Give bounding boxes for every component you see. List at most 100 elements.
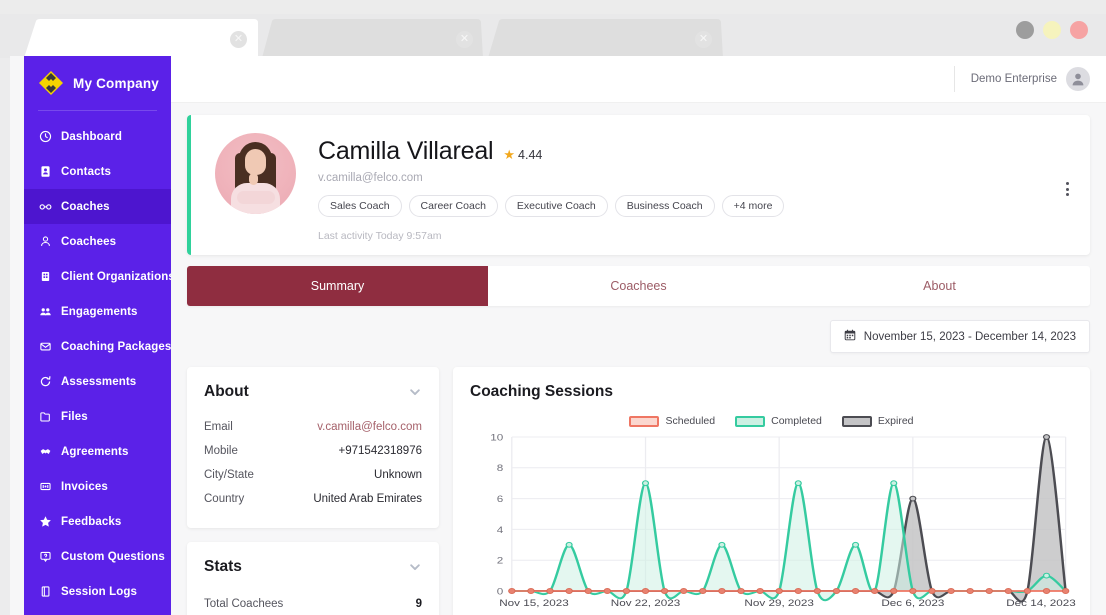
coach-tag[interactable]: Career Coach: [409, 195, 498, 217]
sidebar-item-feedbacks[interactable]: Feedbacks: [24, 504, 171, 539]
stats-card-header: Stats: [187, 542, 439, 582]
legend-item-expired[interactable]: Expired: [842, 415, 914, 427]
chevron-down-icon[interactable]: [408, 385, 422, 399]
svg-text:Nov 29, 2023: Nov 29, 2023: [744, 598, 814, 609]
svg-text:Dec 14, 2023: Dec 14, 2023: [1006, 598, 1076, 609]
sidebar-item-label: Coachees: [61, 236, 116, 248]
tab-close-button-2[interactable]: ✕: [456, 31, 473, 48]
tab-close-button-3[interactable]: ✕: [695, 31, 712, 48]
browser-tab-2[interactable]: ✕: [258, 19, 483, 58]
browser-tab-1[interactable]: ✕: [18, 19, 258, 58]
coach-tag[interactable]: Sales Coach: [318, 195, 402, 217]
tab-about[interactable]: About: [789, 266, 1090, 306]
sidebar-item-coaching-packages[interactable]: Coaching Packages: [24, 329, 171, 364]
photo-arm: [237, 191, 275, 204]
svg-text:10: 10: [490, 432, 503, 443]
about-row-value[interactable]: v.camilla@felco.com: [317, 421, 422, 433]
about-card-title: About: [204, 383, 249, 401]
chrome-top-strip: [0, 0, 1106, 14]
account-name: Demo Enterprise: [971, 73, 1057, 85]
calendar-glyph-icon: [844, 329, 856, 341]
stats-row: Total Coachees 9: [204, 592, 422, 615]
tab-coachees[interactable]: Coachees: [488, 266, 789, 306]
legend-swatch: [842, 416, 872, 427]
coach-profile-card: Camilla Villareal ★ 4.44 v.camilla@felco…: [187, 115, 1090, 255]
handshake-icon: [38, 445, 52, 459]
about-row-key: Country: [204, 493, 244, 505]
contact-card-icon: [38, 165, 52, 179]
sidebar-item-label: Engagements: [61, 306, 138, 318]
window-close-button[interactable]: [1070, 21, 1088, 39]
stats-row-value: 9: [416, 598, 422, 610]
date-range-picker[interactable]: November 15, 2023 - December 14, 2023: [830, 320, 1090, 353]
sidebar-item-invoices[interactable]: Invoices: [24, 469, 171, 504]
brand[interactable]: My Company: [24, 56, 171, 110]
legend-item-completed[interactable]: Completed: [735, 415, 822, 427]
sidebar-item-engagements[interactable]: Engagements: [24, 294, 171, 329]
legend-item-scheduled[interactable]: Scheduled: [629, 415, 715, 427]
user-avatar-icon[interactable]: [1066, 67, 1090, 91]
sidebar-item-coachees[interactable]: Coachees: [24, 224, 171, 259]
svg-text:2: 2: [497, 556, 504, 567]
photo-face: [245, 149, 266, 175]
account-menu[interactable]: Demo Enterprise: [971, 67, 1090, 91]
coach-tag-more[interactable]: +4 more: [722, 195, 785, 217]
sidebar-item-settings[interactable]: Settings: [24, 609, 171, 615]
sidebar-item-contacts[interactable]: Contacts: [24, 154, 171, 189]
sidebar-item-custom-questions[interactable]: Custom Questions: [24, 539, 171, 574]
coach-email: v.camilla@felco.com: [318, 172, 1072, 184]
sidebar-item-client-organizations[interactable]: Client Organizations: [24, 259, 171, 294]
kebab-menu-icon[interactable]: [1060, 180, 1074, 198]
sidebar-item-coaches[interactable]: Coaches: [24, 189, 171, 224]
stats-card: Stats Total Coachees 9: [187, 542, 439, 615]
gauge-icon: [38, 130, 52, 144]
coach-tag-list: Sales Coach Career Coach Executive Coach…: [318, 195, 1072, 217]
chevron-down-icon[interactable]: [408, 560, 422, 574]
coach-tag[interactable]: Business Coach: [615, 195, 715, 217]
browser-chrome: ✕ ✕ ✕: [0, 0, 1106, 58]
person-icon: [38, 235, 52, 249]
coach-photo: [215, 133, 296, 214]
top-bar: Demo Enterprise: [171, 56, 1106, 103]
left-column: About Email v.camilla@felco.com Mo: [187, 367, 439, 615]
legend-label: Completed: [771, 415, 822, 427]
calendar-icon: [844, 329, 856, 344]
sidebar-item-agreements[interactable]: Agreements: [24, 434, 171, 469]
application-window: My Company Dashboard Contacts Coaches Co…: [10, 56, 1106, 615]
sidebar-item-label: Invoices: [61, 481, 108, 493]
svg-text:Nov 22, 2023: Nov 22, 2023: [611, 598, 681, 609]
chart-svg: 0246810Nov 15, 2023Nov 22, 2023Nov 29, 2…: [470, 431, 1073, 615]
lower-panels: About Email v.camilla@felco.com Mo: [187, 367, 1090, 615]
about-row-key: City/State: [204, 469, 254, 481]
stats-card-title: Stats: [204, 558, 242, 576]
company-logo-icon: [38, 70, 64, 96]
star-icon: [38, 515, 52, 529]
tab-summary[interactable]: Summary: [187, 266, 488, 306]
browser-tabstrip: ✕ ✕ ✕: [18, 19, 918, 58]
tab-close-button-1[interactable]: ✕: [230, 31, 247, 48]
avatar-glyph-icon: [1070, 71, 1086, 87]
window-minimize-button[interactable]: [1016, 21, 1034, 39]
tab-shape-icon: [258, 19, 483, 58]
coach-name-row: Camilla Villareal ★ 4.44: [318, 137, 1072, 166]
sidebar-item-label: Agreements: [61, 446, 128, 458]
date-range-row: November 15, 2023 - December 14, 2023: [187, 320, 1090, 353]
sidebar-item-assessments[interactable]: Assessments: [24, 364, 171, 399]
right-column: Coaching Sessions Scheduled Completed: [453, 367, 1090, 615]
people-icon: [38, 305, 52, 319]
sidebar-item-label: Coaching Packages: [61, 341, 171, 353]
sidebar-item-dashboard[interactable]: Dashboard: [24, 119, 171, 154]
coaching-sessions-chart-card: Coaching Sessions Scheduled Completed: [453, 367, 1090, 615]
svg-text:8: 8: [497, 463, 504, 474]
sidebar-item-session-logs[interactable]: Session Logs: [24, 574, 171, 609]
legend-label: Expired: [878, 415, 914, 427]
sidebar-item-files[interactable]: Files: [24, 399, 171, 434]
about-card-header: About: [187, 367, 439, 407]
browser-tab-3[interactable]: ✕: [483, 19, 723, 58]
sidebar-item-label: Custom Questions: [61, 551, 165, 563]
about-row-key: Email: [204, 421, 233, 433]
about-row: Mobile +971542318976: [204, 439, 422, 463]
coach-tag[interactable]: Executive Coach: [505, 195, 608, 217]
profile-tabs: Summary Coachees About: [187, 266, 1090, 306]
window-maximize-button[interactable]: [1043, 21, 1061, 39]
